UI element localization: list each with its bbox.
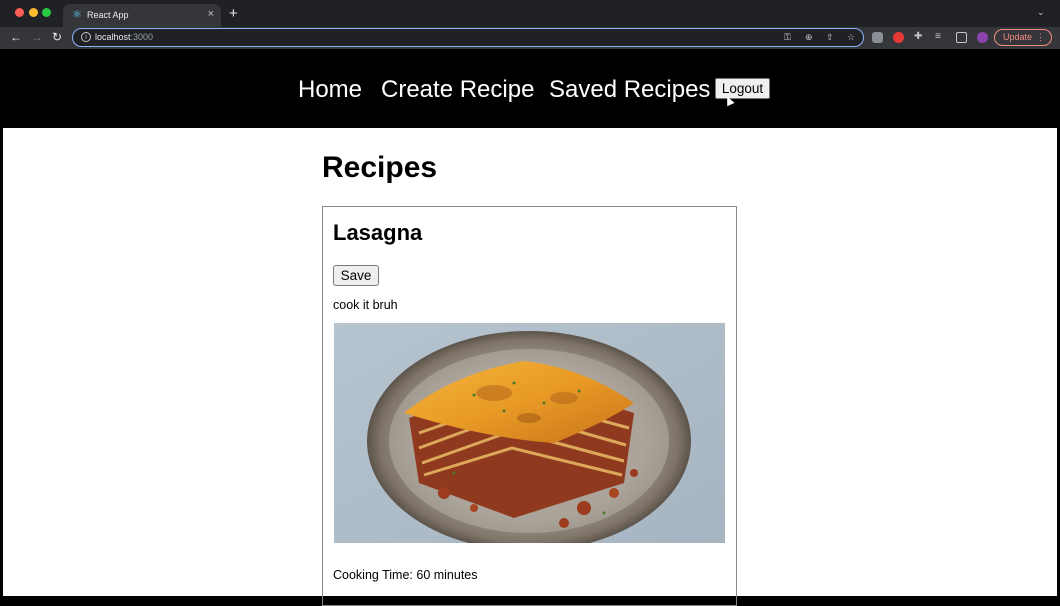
url-host: localhost [95, 32, 131, 42]
back-icon[interactable]: ← [10, 30, 22, 44]
browser-tab[interactable]: ⚛ React App × [63, 4, 221, 27]
tab-title: React App [87, 10, 129, 20]
logout-button[interactable]: Logout [715, 78, 770, 99]
profile-avatar-icon[interactable] [977, 32, 988, 43]
nav-link-create-recipe[interactable]: Create Recipe [381, 75, 534, 105]
side-panel-icon[interactable] [956, 32, 967, 43]
update-label: Update [1003, 32, 1033, 42]
page-content: Recipes Lasagna Save cook it bruh Cookin… [3, 128, 1057, 606]
recipe-image [334, 323, 725, 543]
url-port: :3000 [130, 32, 154, 42]
extension-record-icon[interactable] [893, 32, 904, 43]
key-icon[interactable]: ⚿ [784, 31, 791, 43]
app-navbar: Home Create Recipe Saved Recipes Logout [0, 49, 1060, 128]
plus-icon[interactable]: + [229, 6, 238, 21]
nav-link-home[interactable]: Home [298, 75, 362, 105]
page-title: Recipes [322, 151, 438, 184]
close-icon[interactable]: × [208, 8, 214, 20]
extension-icon[interactable] [872, 32, 883, 43]
nav-link-saved-recipes[interactable]: Saved Recipes [549, 75, 710, 105]
reading-list-icon[interactable]: ≡ [935, 31, 946, 42]
window-maximize-button[interactable] [42, 8, 51, 17]
info-icon[interactable]: i [81, 32, 91, 42]
update-button[interactable]: Update ⋮ [994, 29, 1052, 46]
menu-dots-icon[interactable]: ⋮ [1036, 30, 1045, 45]
recipe-card: Lasagna Save cook it bruh Cooking Time: … [322, 206, 737, 606]
react-favicon-icon: ⚛ [72, 9, 82, 21]
forward-icon[interactable]: → [31, 30, 43, 44]
chevron-down-icon[interactable]: ⌄ [1037, 7, 1045, 18]
address-bar[interactable]: i localhost:3000 ⚿ ⊕ ⇧ ☆ [72, 28, 864, 47]
browser-tab-bar: ⚛ React App × + ⌄ [0, 0, 1060, 27]
puzzle-icon[interactable]: ✚ [914, 31, 925, 42]
reload-icon[interactable]: ↻ [52, 30, 62, 44]
zoom-icon[interactable]: ⊕ [805, 31, 813, 43]
save-button[interactable]: Save [333, 265, 379, 286]
window-minimize-button[interactable] [29, 8, 38, 17]
cooking-time: Cooking Time: 60 minutes [333, 568, 478, 582]
share-icon[interactable]: ⇧ [826, 31, 834, 43]
url-text: localhost:3000 [95, 32, 153, 43]
recipe-instructions: cook it bruh [333, 298, 398, 312]
star-icon[interactable]: ☆ [847, 31, 855, 43]
recipe-name: Lasagna [333, 220, 423, 245]
window-close-button[interactable] [15, 8, 24, 17]
